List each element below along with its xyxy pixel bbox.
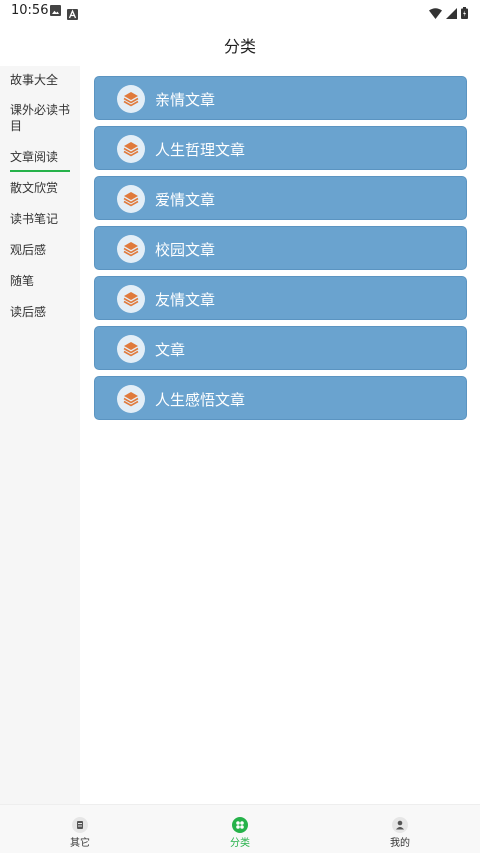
category-sidebar: 故事大全 课外必读书目 文章阅读 散文欣赏 读书笔记 观后感 随笔 读后感 [0, 66, 80, 804]
sidebar-item-stories[interactable]: 故事大全 [10, 72, 72, 88]
layers-icon [117, 385, 145, 413]
category-card-label: 亲情文章 [155, 91, 216, 109]
status-time: 10:56 [11, 3, 49, 18]
wifi-icon [429, 4, 442, 23]
signal-icon [446, 4, 457, 23]
tab-label: 其它 [70, 838, 90, 849]
layers-icon [117, 335, 145, 363]
category-card-label: 爱情文章 [155, 191, 216, 209]
layers-icon [117, 85, 145, 113]
category-card-label: 人生感悟文章 [155, 391, 246, 409]
category-card-label: 友情文章 [155, 291, 216, 309]
category-card[interactable]: 文章 [94, 326, 467, 370]
header: 分类 [0, 22, 480, 66]
category-card[interactable]: 校园文章 [94, 226, 467, 270]
category-card-label: 人生哲理文章 [155, 141, 246, 159]
sidebar-item-reading-notes[interactable]: 读书笔记 [10, 211, 72, 227]
sidebar-active-indicator [10, 170, 70, 172]
tab-category[interactable]: 分类 [200, 805, 280, 853]
category-content: 亲情文章 人生哲理文章 爱情文章 校园文章 友情文章 文章 人生感悟文章 [80, 66, 480, 804]
category-card-label: 校园文章 [155, 241, 216, 259]
layers-icon [117, 185, 145, 213]
sidebar-item-review[interactable]: 观后感 [10, 242, 72, 258]
sidebar-item-essays[interactable]: 随笔 [10, 273, 72, 289]
sidebar-item-required-reading[interactable]: 课外必读书目 [10, 102, 72, 134]
user-icon [392, 817, 408, 833]
tab-label: 我的 [390, 838, 410, 849]
sidebar-item-prose[interactable]: 散文欣赏 [10, 180, 72, 196]
category-card[interactable]: 亲情文章 [94, 76, 467, 120]
layers-icon [117, 235, 145, 263]
tab-other[interactable]: 其它 [40, 805, 120, 853]
tab-mine[interactable]: 我的 [360, 805, 440, 853]
layers-icon [117, 285, 145, 313]
category-card-label: 文章 [155, 341, 186, 359]
layers-icon [117, 135, 145, 163]
page-title: 分类 [223, 37, 256, 56]
category-card[interactable]: 人生哲理文章 [94, 126, 467, 170]
bottom-tab-bar: 其它 分类 我的 [0, 804, 480, 853]
grid-icon [232, 817, 248, 833]
sidebar-item-article-reading[interactable]: 文章阅读 [10, 149, 72, 165]
sidebar-item-book-reports[interactable]: 读后感 [10, 304, 72, 320]
status-bar: 10:56 [0, 0, 480, 22]
document-icon [72, 817, 88, 833]
image-notification-icon [50, 5, 61, 16]
category-card[interactable]: 人生感悟文章 [94, 376, 467, 420]
battery-icon [461, 4, 468, 23]
category-card[interactable]: 爱情文章 [94, 176, 467, 220]
tab-label: 分类 [230, 838, 250, 849]
category-card[interactable]: 友情文章 [94, 276, 467, 320]
